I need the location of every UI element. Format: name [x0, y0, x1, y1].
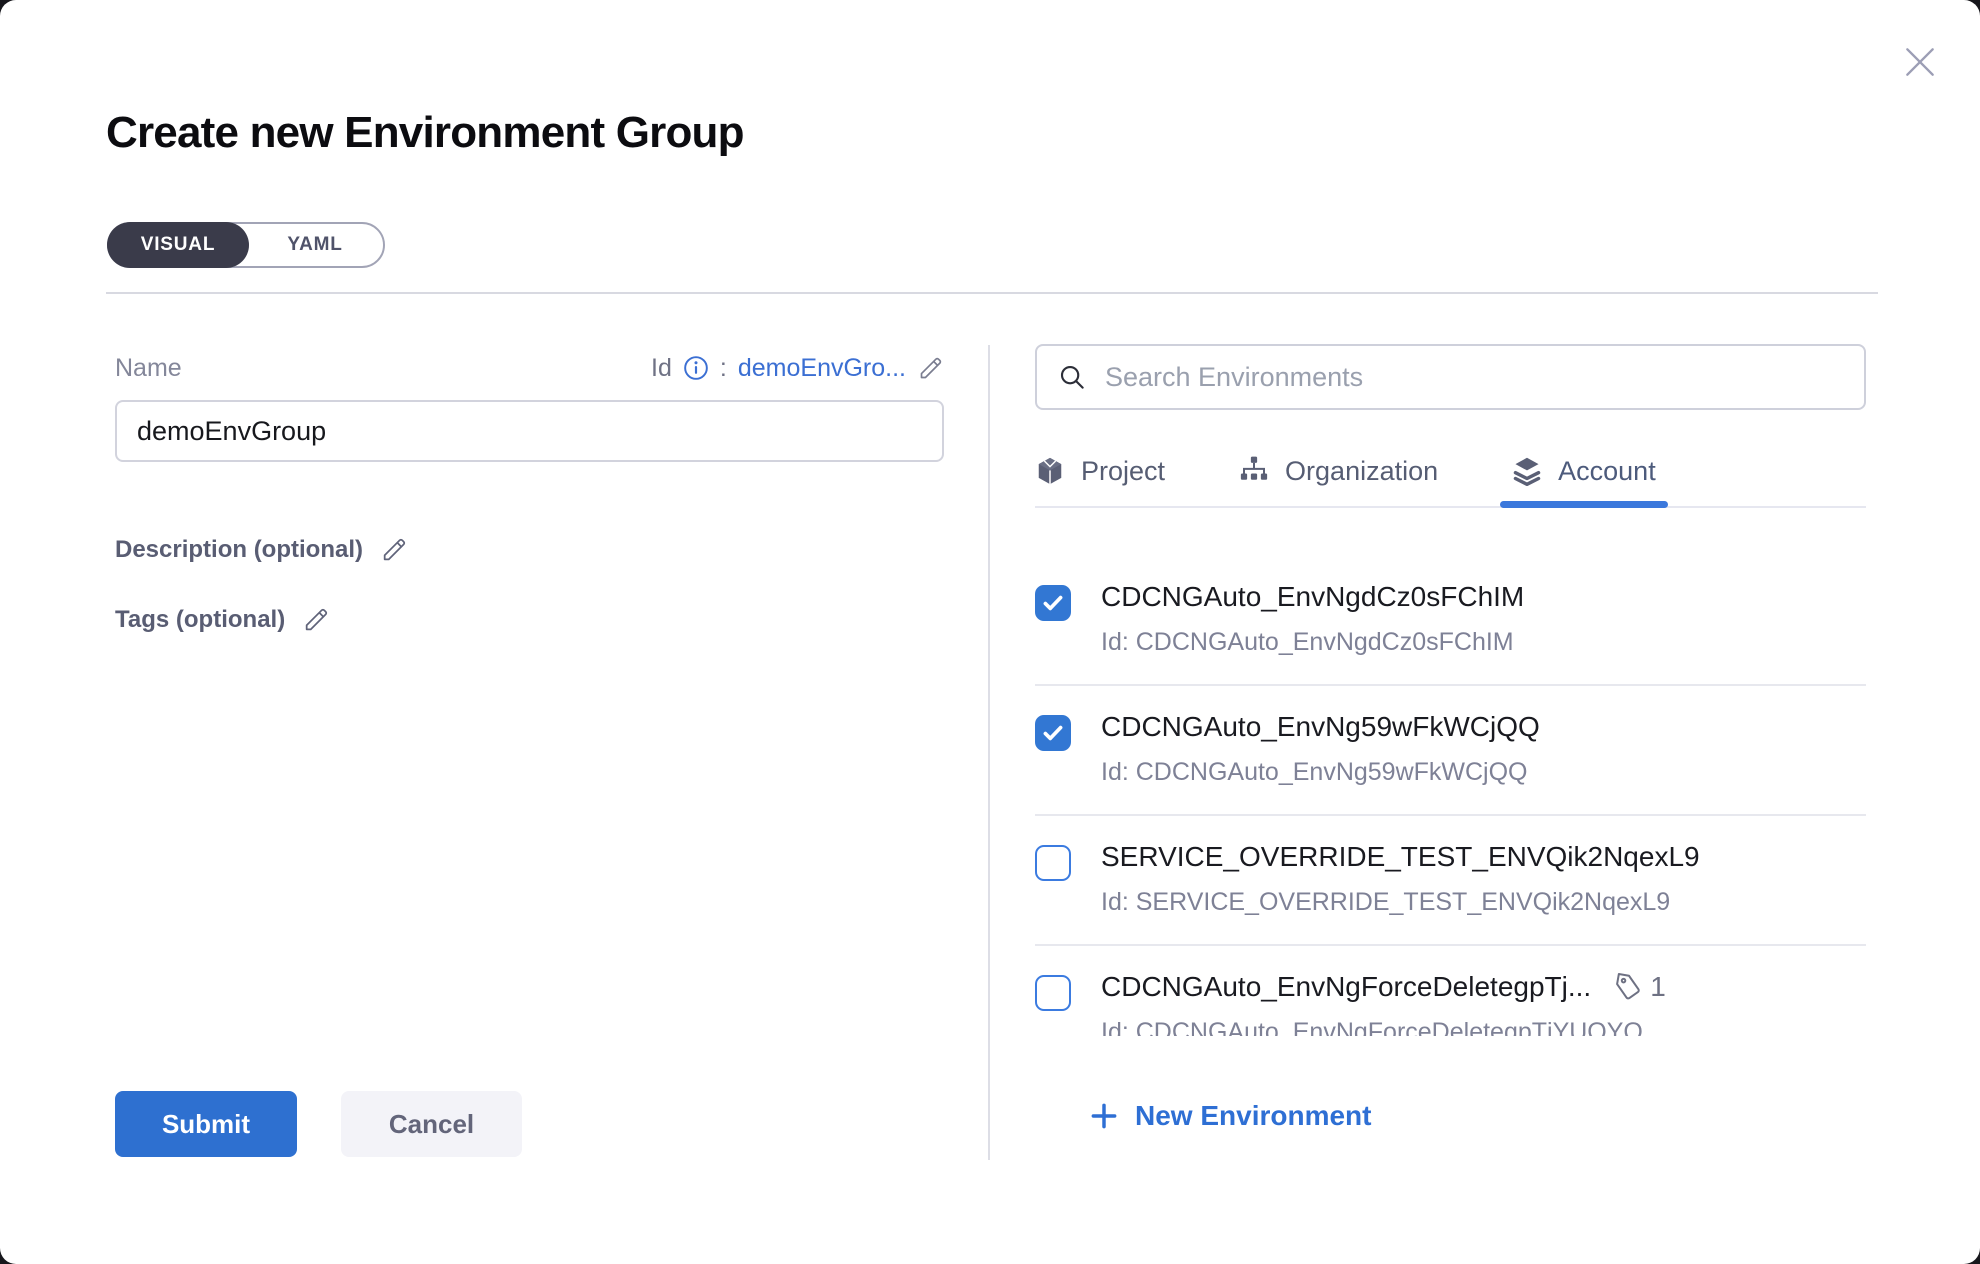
env-name: CDCNGAuto_EnvNg59wFkWCjQQ: [1101, 711, 1540, 743]
env-checkbox[interactable]: [1035, 715, 1071, 751]
tab-project-label: Project: [1081, 456, 1165, 487]
name-label: Name: [115, 354, 182, 383]
env-checkbox[interactable]: [1035, 975, 1071, 1011]
tab-account-label: Account: [1558, 456, 1656, 487]
info-icon[interactable]: [683, 355, 709, 381]
env-id: Id: CDCNGAuto_EnvNgForceDeletegpTjYUQYQ: [1101, 1018, 1666, 1036]
visual-yaml-toggle: VISUAL YAML: [107, 222, 385, 268]
env-name: CDCNGAuto_EnvNgdCz0sFChIM: [1101, 581, 1524, 613]
toggle-visual[interactable]: VISUAL: [107, 222, 249, 268]
edit-description-pencil-icon[interactable]: [380, 536, 408, 564]
name-id-row: Name Id : demoEnvGro...: [115, 350, 944, 386]
header-divider: [106, 292, 1878, 294]
search-icon: [1057, 362, 1087, 392]
name-input[interactable]: [115, 400, 944, 462]
tag-icon: [1613, 972, 1643, 1002]
new-environment-label: New Environment: [1135, 1100, 1371, 1132]
environment-list: CDCNGAuto_EnvNgdCz0sFChIM Id: CDCNGAuto_…: [1035, 508, 1866, 1036]
tab-project[interactable]: Project: [1035, 436, 1165, 506]
edit-tags-pencil-icon[interactable]: [302, 606, 330, 634]
new-environment-button[interactable]: New Environment: [1088, 1100, 1371, 1132]
scope-tabs: Project Organization: [1035, 436, 1866, 508]
close-icon: [1901, 43, 1939, 81]
edit-id-pencil-icon[interactable]: [917, 355, 944, 382]
tag-count-badge: 1: [1613, 971, 1666, 1003]
environments-panel: Project Organization: [1035, 344, 1866, 1036]
org-chart-icon: [1239, 456, 1269, 486]
layers-icon: [1512, 456, 1542, 486]
env-content: SERVICE_OVERRIDE_TEST_ENVQik2NqexL9 Id: …: [1101, 841, 1700, 917]
search-environments-input[interactable]: [1105, 362, 1844, 393]
cube-icon: [1035, 456, 1065, 486]
environment-row[interactable]: SERVICE_OVERRIDE_TEST_ENVQik2NqexL9 Id: …: [1035, 816, 1866, 946]
description-label: Description (optional): [115, 536, 363, 564]
env-content: CDCNGAuto_EnvNg59wFkWCjQQ Id: CDCNGAuto_…: [1101, 711, 1540, 787]
plus-icon: [1088, 1100, 1120, 1132]
description-row: Description (optional): [115, 536, 944, 564]
search-box: [1035, 344, 1866, 410]
env-id: Id: CDCNGAuto_EnvNg59wFkWCjQQ: [1101, 758, 1540, 787]
environment-row[interactable]: CDCNGAuto_EnvNg59wFkWCjQQ Id: CDCNGAuto_…: [1035, 686, 1866, 816]
form-column: Name Id : demoEnvGro...: [115, 350, 944, 634]
env-id: Id: SERVICE_OVERRIDE_TEST_ENVQik2NqexL9: [1101, 888, 1700, 917]
id-label: Id: [651, 354, 672, 383]
cancel-button[interactable]: Cancel: [341, 1091, 522, 1157]
column-divider: [988, 345, 990, 1160]
env-content: CDCNGAuto_EnvNgForceDeletegpTj... 1 I: [1101, 971, 1666, 1036]
close-button[interactable]: [1898, 40, 1942, 84]
check-icon: [1040, 590, 1066, 616]
tab-organization-label: Organization: [1285, 456, 1438, 487]
id-value-link[interactable]: demoEnvGro...: [738, 354, 906, 383]
id-group: Id : demoEnvGro...: [651, 354, 944, 383]
env-content: CDCNGAuto_EnvNgdCz0sFChIM Id: CDCNGAuto_…: [1101, 581, 1524, 657]
tab-account[interactable]: Account: [1512, 436, 1656, 506]
id-separator: :: [720, 354, 727, 383]
env-checkbox[interactable]: [1035, 845, 1071, 881]
submit-button[interactable]: Submit: [115, 1091, 297, 1157]
toggle-yaml[interactable]: YAML: [247, 224, 383, 266]
page-title: Create new Environment Group: [106, 108, 744, 158]
environment-row[interactable]: CDCNGAuto_EnvNgForceDeletegpTj... 1 I: [1035, 946, 1866, 1036]
create-environment-group-modal: Create new Environment Group VISUAL YAML…: [0, 0, 1980, 1264]
env-checkbox[interactable]: [1035, 585, 1071, 621]
env-name: CDCNGAuto_EnvNgForceDeletegpTj...: [1101, 971, 1591, 1003]
tag-count: 1: [1650, 971, 1666, 1003]
env-name: SERVICE_OVERRIDE_TEST_ENVQik2NqexL9: [1101, 841, 1700, 873]
modal-actions: Submit Cancel: [115, 1091, 522, 1157]
tags-label: Tags (optional): [115, 606, 285, 634]
check-icon: [1040, 720, 1066, 746]
env-id: Id: CDCNGAuto_EnvNgdCz0sFChIM: [1101, 628, 1524, 657]
tab-organization[interactable]: Organization: [1239, 436, 1438, 506]
environment-row[interactable]: CDCNGAuto_EnvNgdCz0sFChIM Id: CDCNGAuto_…: [1035, 556, 1866, 686]
tags-row: Tags (optional): [115, 606, 944, 634]
